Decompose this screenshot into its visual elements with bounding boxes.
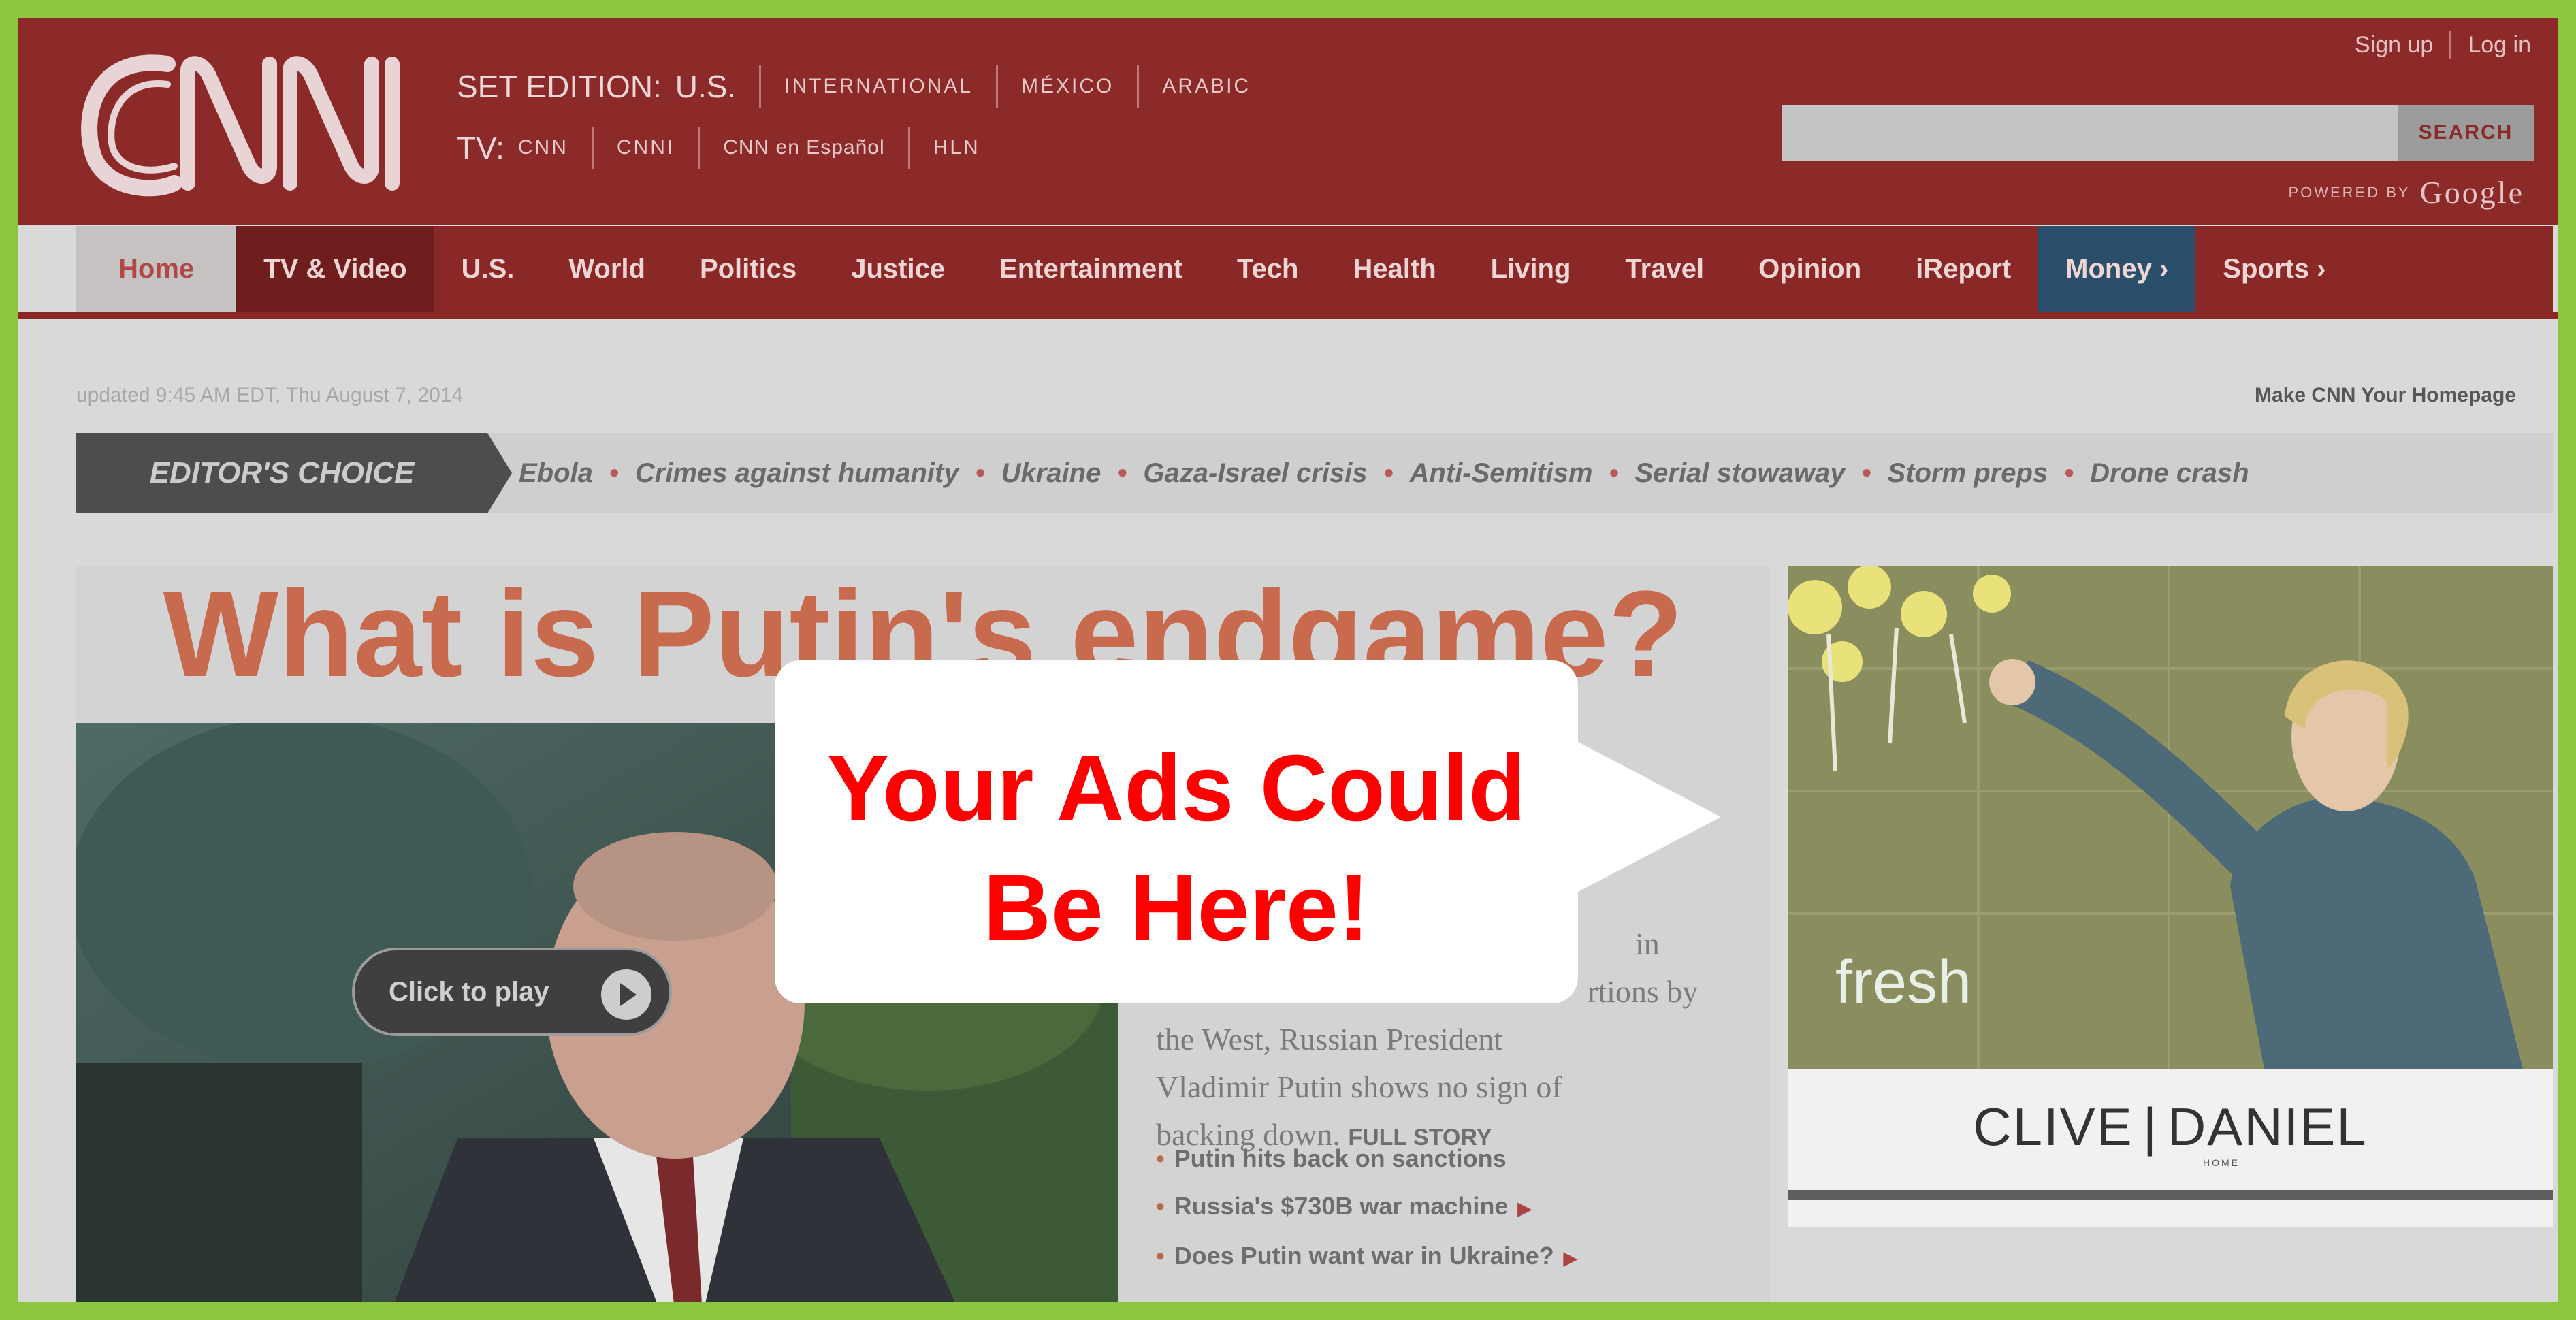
ad-callout-bubble: Your Ads Could Be Here!	[775, 660, 1721, 1003]
editors-choice-link[interactable]: Anti-Semitism	[1410, 458, 1593, 489]
divider	[591, 127, 594, 169]
nav-travel[interactable]: Travel	[1598, 226, 1731, 312]
play-icon	[601, 969, 651, 1020]
brand-name-left: CLIVE	[1973, 1097, 2134, 1157]
tv-hln-link[interactable]: HLN	[933, 136, 980, 159]
powered-by-label: POWERED BY	[2288, 183, 2411, 201]
search-input[interactable]	[1782, 105, 2398, 161]
related-links: • Putin hits back on sanctions • Russia's …	[1156, 1135, 1577, 1282]
editors-choice-label: EDITOR'S CHOICE	[76, 433, 512, 513]
editors-choice-link[interactable]: Gaza-Israel crisis	[1143, 458, 1367, 489]
related-item[interactable]: • Putin hits back on sanctions	[1156, 1135, 1577, 1182]
editors-choice-link[interactable]: Crimes against humanity	[635, 458, 959, 489]
click-to-play-button[interactable]: Click to play	[352, 948, 672, 1036]
tv-channels: TV: CNN CNNI CNN en Español HLN	[457, 127, 994, 169]
editors-choice-bar: EDITOR'S CHOICE Ebola • Crimes against hu…	[76, 433, 2553, 513]
nav-opinion[interactable]: Opinion	[1731, 226, 1888, 312]
editors-choice-link[interactable]: Ukraine	[1001, 458, 1101, 489]
nav-justice[interactable]: Justice	[824, 226, 972, 312]
ad-tagline: fresh	[1835, 948, 1972, 1016]
video-icon: ▶	[1517, 1198, 1532, 1219]
divider	[1137, 65, 1140, 108]
divider	[2449, 31, 2452, 59]
editors-choice-link[interactable]: Drone crash	[2090, 458, 2249, 489]
play-label: Click to play	[389, 976, 549, 1007]
editors-choice-link[interactable]: Storm preps	[1888, 458, 2048, 489]
divider	[759, 65, 762, 108]
edition-us-link[interactable]: U.S.	[675, 68, 736, 105]
nav-ireport[interactable]: iReport	[1888, 226, 2038, 312]
ad-brand-panel: CLIVE | DANIEL HOME	[1788, 1069, 2553, 1227]
nav-home[interactable]: Home	[76, 226, 237, 312]
make-homepage-link[interactable]: Make CNN Your Homepage	[2255, 384, 2516, 407]
ad-callout-text: Your Ads Could Be Here!	[775, 728, 1578, 968]
main-nav: Home TV & Video U.S. World Politics Just…	[76, 226, 2553, 312]
divider	[996, 65, 999, 108]
search-button[interactable]: SEARCH	[2398, 105, 2534, 161]
nav-money[interactable]: Money ›	[2038, 226, 2196, 312]
edition-arabic-link[interactable]: ARABIC	[1162, 75, 1251, 98]
nav-tech[interactable]: Tech	[1210, 226, 1325, 312]
nav-world[interactable]: World	[541, 226, 673, 312]
callout-line: Your Ads Could	[826, 736, 1526, 841]
tv-cnn-espanol-link[interactable]: CNN en Español	[723, 136, 884, 159]
site-header: SET EDITION: U.S. INTERNATIONAL MÉXICO A…	[18, 18, 2558, 225]
video-icon: ▶	[1563, 1248, 1577, 1268]
sign-up-link[interactable]: Sign up	[2355, 32, 2433, 59]
editors-choice-link[interactable]: Ebola	[519, 458, 593, 489]
related-link[interactable]: Putin hits back on sanctions	[1174, 1144, 1507, 1172]
nav-living[interactable]: Living	[1464, 226, 1598, 312]
ad-brand-name: CLIVE | DANIEL	[1973, 1097, 2368, 1157]
nav-politics[interactable]: Politics	[673, 226, 824, 312]
related-link[interactable]: Russia's $730B war machine	[1174, 1192, 1509, 1220]
tv-label: TV:	[457, 130, 504, 165]
nav-sports[interactable]: Sports ›	[2195, 226, 2353, 312]
divider	[698, 127, 701, 169]
callout-line: Be Here!	[983, 856, 1370, 961]
nav-us[interactable]: U.S.	[434, 226, 542, 312]
tv-cnn-link[interactable]: CNN	[518, 136, 568, 159]
divider	[907, 127, 910, 169]
powered-by-google: POWERED BY Google	[2288, 174, 2524, 210]
summary-line: the West, Russian President	[1156, 1022, 1503, 1057]
advertisement[interactable]: fresh CLIVE | DANIEL HOME	[1788, 566, 2553, 1227]
nav-entertainment[interactable]: Entertainment	[972, 226, 1210, 312]
editors-choice-link[interactable]: Serial stowaway	[1635, 458, 1845, 489]
cnn-logo[interactable]	[65, 37, 433, 207]
account-links: Sign up Log in	[2355, 31, 2531, 59]
nav-tv-video[interactable]: TV & Video	[236, 226, 434, 312]
related-item[interactable]: • Does Putin want war in Ukraine? ▶	[1156, 1232, 1577, 1282]
ad-brand-sub: HOME	[2203, 1157, 2240, 1168]
tv-cnni-link[interactable]: CNNI	[617, 136, 675, 159]
related-link[interactable]: Does Putin want war in Ukraine?	[1174, 1242, 1554, 1270]
google-logo: Google	[2419, 175, 2524, 210]
edition-international-link[interactable]: INTERNATIONAL	[784, 75, 973, 98]
search-bar: SEARCH	[1782, 105, 2534, 161]
edition-label: SET EDITION:	[457, 69, 662, 104]
updated-timestamp: updated 9:45 AM EDT, Thu August 7, 2014	[76, 384, 464, 406]
brand-name-right: DANIEL	[2167, 1097, 2368, 1157]
editors-choice-links: Ebola • Crimes against humanity • Ukraine •…	[519, 457, 2249, 489]
edition-mexico-link[interactable]: MÉXICO	[1021, 75, 1114, 98]
summary-line: Vladimir Putin shows no sign of	[1156, 1069, 1562, 1104]
nav-health[interactable]: Health	[1325, 226, 1463, 312]
nav-underline	[18, 312, 2558, 319]
screenshot-frame: SET EDITION: U.S. INTERNATIONAL MÉXICO A…	[0, 0, 2576, 1320]
ad-brand-bar	[1788, 1190, 2553, 1200]
log-in-link[interactable]: Log in	[2468, 32, 2531, 59]
edition-selector: SET EDITION: U.S. INTERNATIONAL MÉXICO A…	[457, 65, 1264, 108]
related-item[interactable]: • Russia's $730B war machine ▶	[1156, 1182, 1577, 1232]
